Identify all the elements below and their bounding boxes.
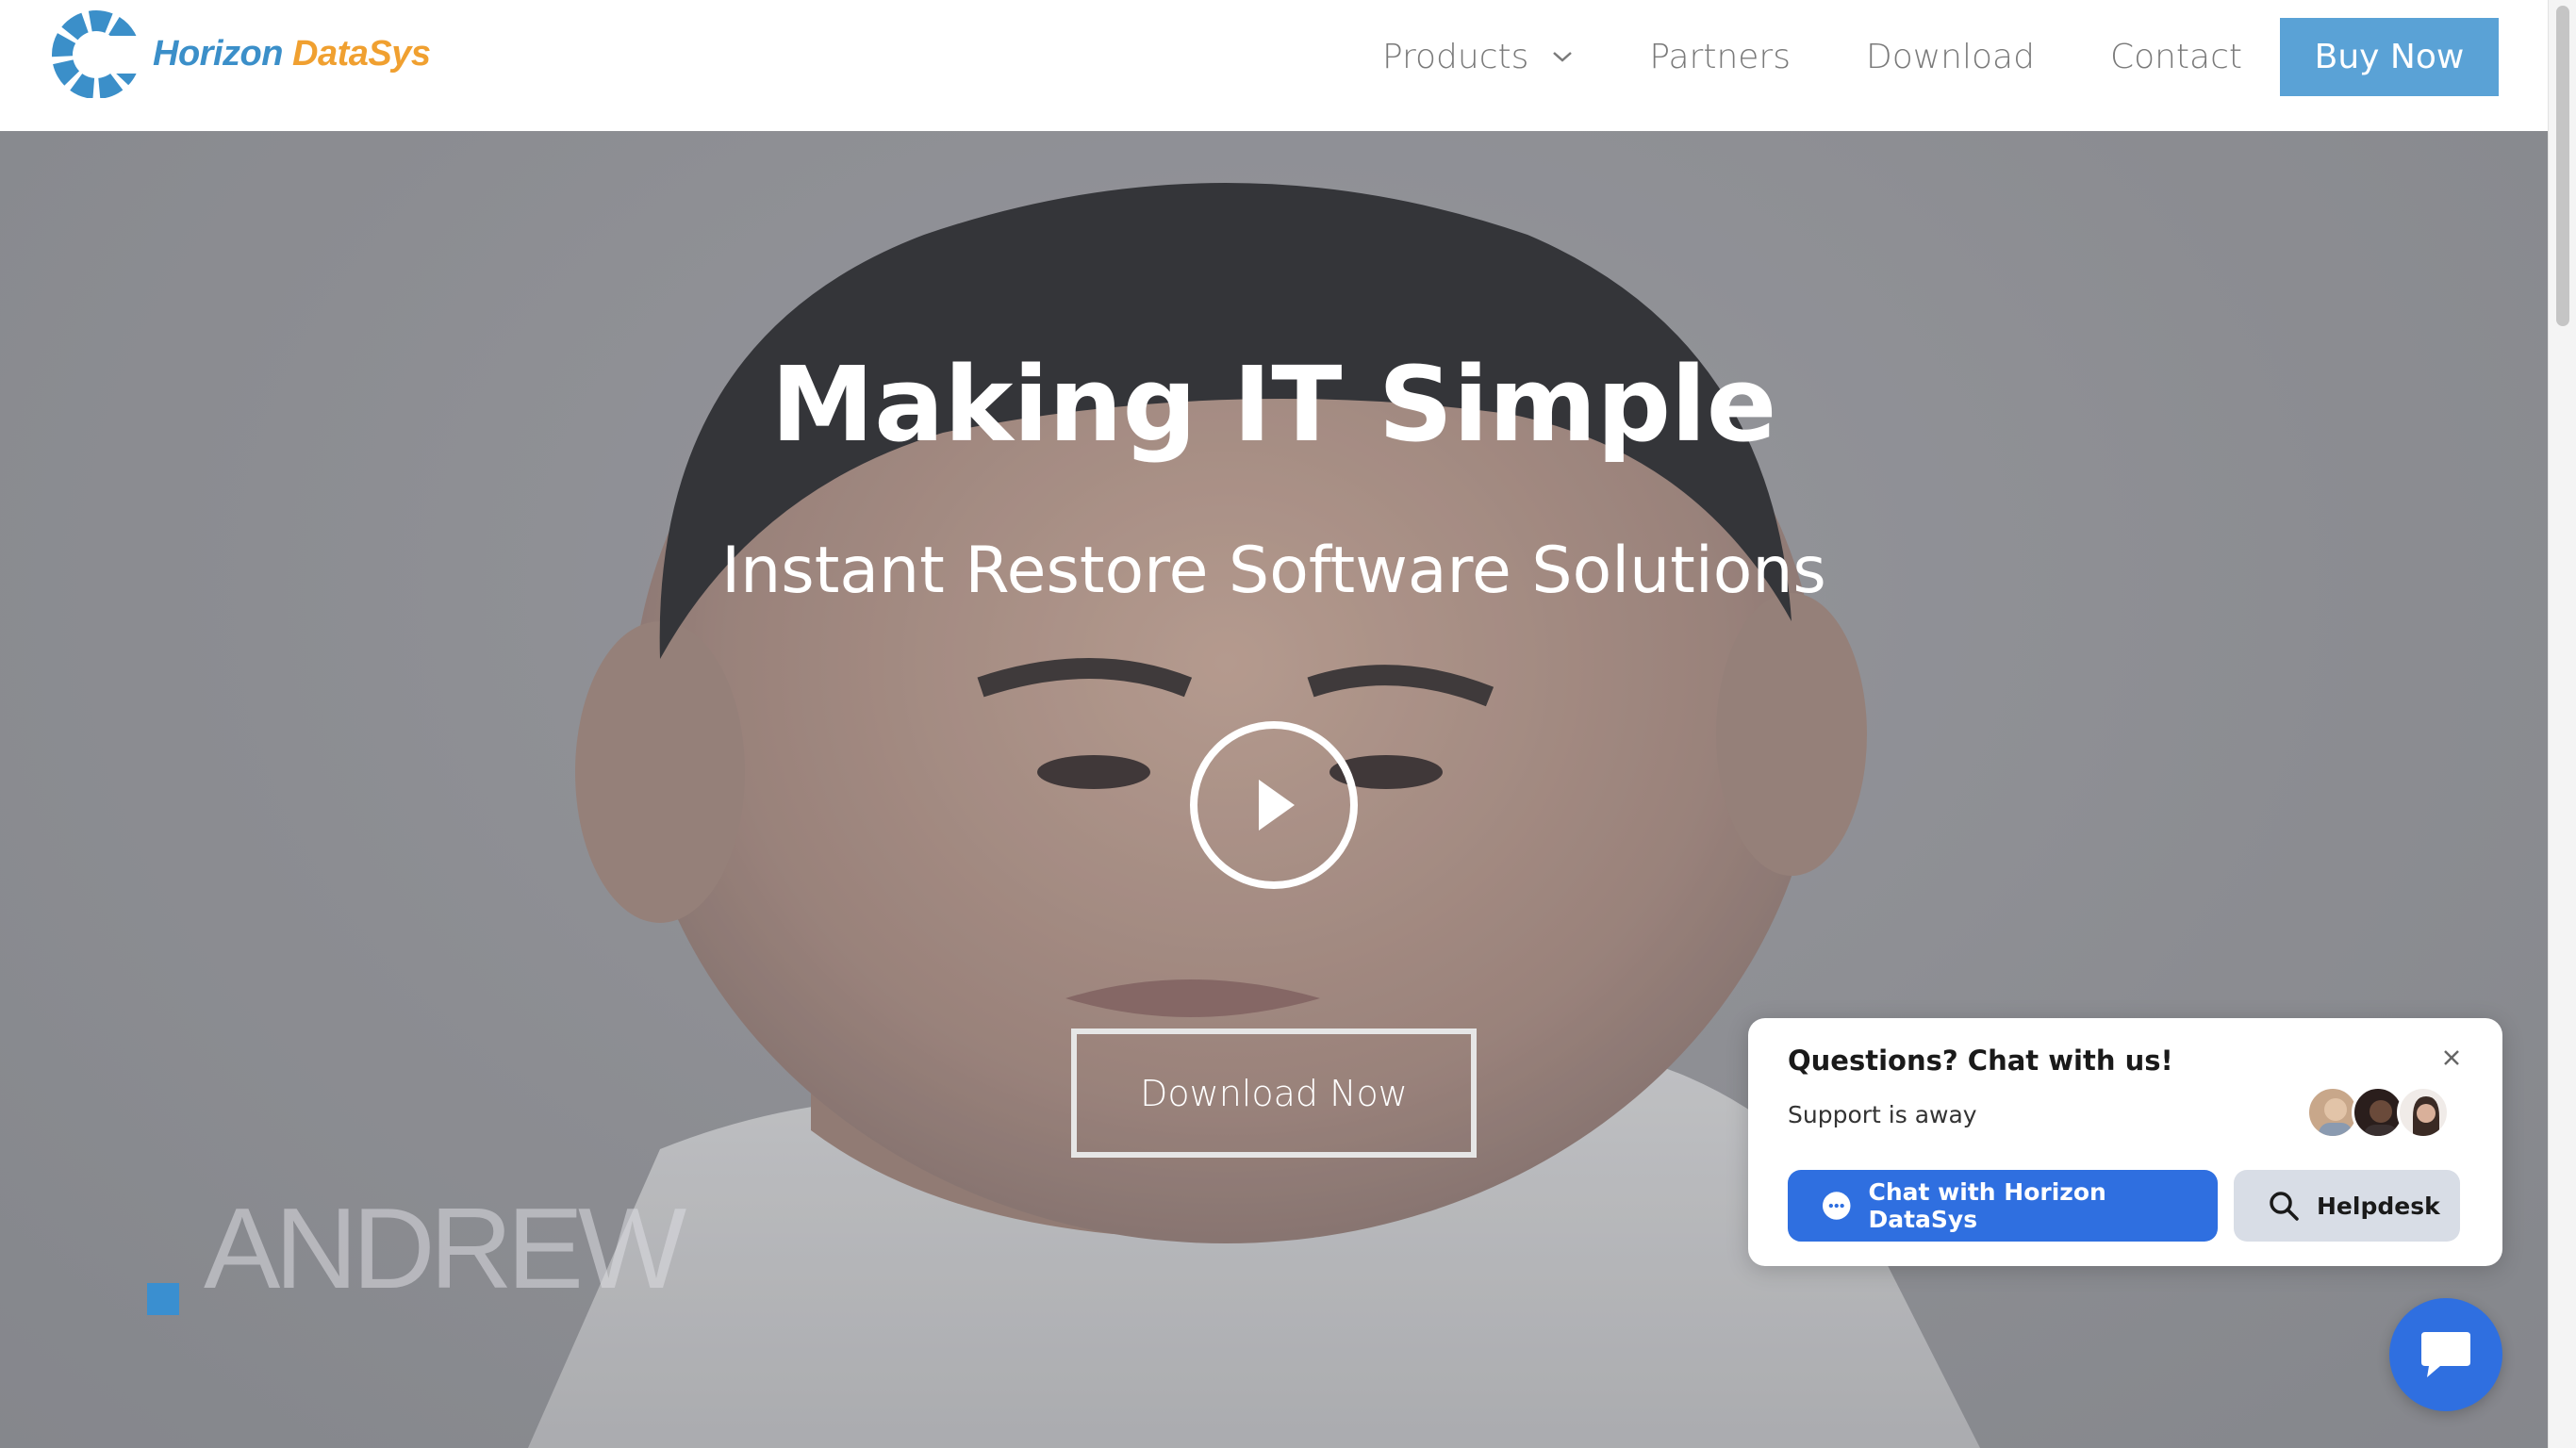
download-now-button[interactable]: Download Now xyxy=(1071,1028,1477,1158)
chevron-down-icon xyxy=(1553,52,1573,62)
avatar xyxy=(2397,1086,2450,1139)
nav-contact[interactable]: Contact xyxy=(2110,38,2242,76)
helpdesk-button[interactable]: Helpdesk xyxy=(2234,1170,2460,1242)
hero-title: Making IT Simple xyxy=(770,344,1777,465)
brand-name-part2: DataSys xyxy=(292,33,431,74)
search-icon xyxy=(2270,1192,2299,1221)
helpdesk-label: Helpdesk xyxy=(2317,1192,2440,1220)
chat-launcher-button[interactable] xyxy=(2389,1298,2502,1411)
play-video-button[interactable] xyxy=(1190,721,1358,889)
buy-now-button[interactable]: Buy Now xyxy=(2280,17,2499,96)
play-icon xyxy=(1259,780,1295,831)
caption-square-icon xyxy=(147,1283,179,1315)
support-status: Support is away xyxy=(1788,1101,1977,1128)
brand-logo[interactable]: Horizon DataSys xyxy=(49,9,431,98)
chat-bubble-icon xyxy=(2421,1332,2470,1377)
brand-name: Horizon DataSys xyxy=(153,33,431,74)
nav-download[interactable]: Download xyxy=(1866,38,2035,76)
logo-mark-icon xyxy=(52,10,145,98)
chat-widget-card: Questions? Chat with us! Support is away… xyxy=(1748,1018,2502,1266)
nav-partners[interactable]: Partners xyxy=(1649,38,1791,76)
chat-widget-title: Questions? Chat with us! xyxy=(1788,1045,2173,1077)
video-caption-name: ANDREW xyxy=(204,1184,686,1312)
main-nav: Products Partners Download Contact Buy N… xyxy=(1382,0,2499,113)
nav-products[interactable]: Products xyxy=(1382,38,1574,76)
nav-contact-label: Contact xyxy=(2109,37,2242,76)
chat-bubble-icon xyxy=(1822,1192,1851,1220)
scrollbar-thumb[interactable] xyxy=(2556,6,2569,326)
chat-with-agent-button[interactable]: Chat with Horizon DataSys xyxy=(1788,1170,2218,1242)
nav-products-label: Products xyxy=(1381,37,1529,76)
brand-name-part1: Horizon xyxy=(153,33,283,74)
nav-partners-label: Partners xyxy=(1649,37,1791,76)
hero-subtitle: Instant Restore Software Solutions xyxy=(721,534,1826,608)
close-icon[interactable] xyxy=(2438,1045,2465,1071)
agent-avatars xyxy=(2306,1086,2457,1143)
chat-button-label: Chat with Horizon DataSys xyxy=(1868,1178,2106,1233)
page-scrollbar[interactable] xyxy=(2548,0,2576,1448)
nav-download-label: Download xyxy=(1865,37,2035,76)
site-header: Horizon DataSys Products Partners Downlo… xyxy=(0,0,2548,131)
